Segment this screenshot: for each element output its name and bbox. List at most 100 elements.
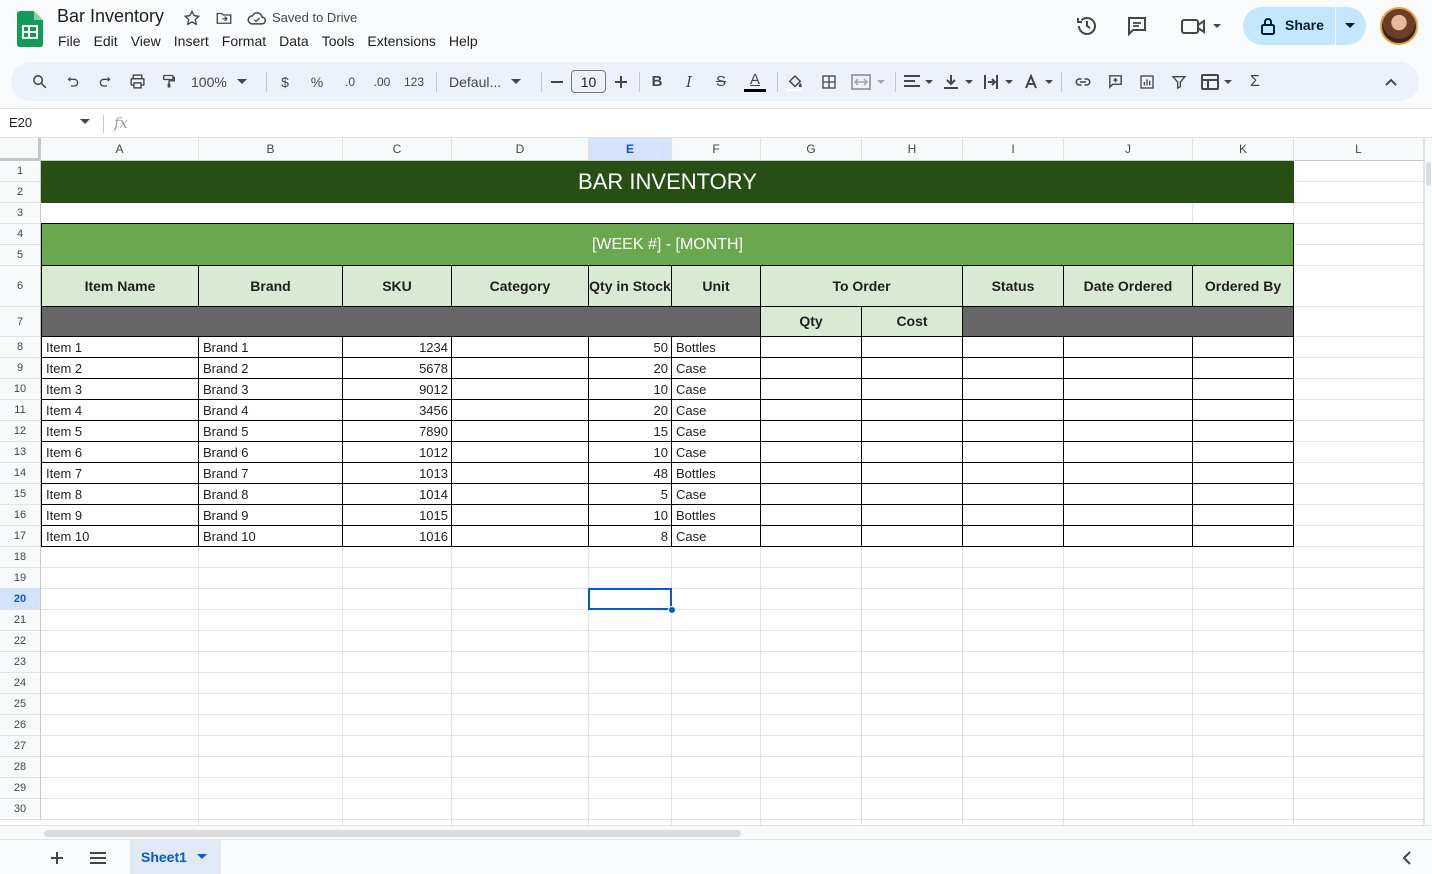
- table-cell[interactable]: [761, 505, 862, 526]
- table-cell[interactable]: [963, 400, 1064, 421]
- table-cell[interactable]: [963, 337, 1064, 358]
- text-wrap-icon[interactable]: [981, 62, 1015, 101]
- sku-cell[interactable]: 1013: [343, 463, 452, 484]
- week-month-banner[interactable]: [WEEK #] - [MONTH]: [41, 223, 1294, 266]
- row-header-2[interactable]: 2: [0, 182, 41, 203]
- item-name-cell[interactable]: Item 3: [41, 379, 199, 400]
- brand-cell[interactable]: Brand 9: [199, 505, 343, 526]
- table-cell[interactable]: [761, 526, 862, 547]
- row-header-1[interactable]: 1: [0, 161, 41, 182]
- functions-button[interactable]: Σ: [1243, 62, 1267, 101]
- name-box[interactable]: E20: [9, 115, 32, 130]
- table-cell[interactable]: [862, 484, 963, 505]
- sku-cell[interactable]: 1015: [343, 505, 452, 526]
- table-cell[interactable]: [963, 379, 1064, 400]
- table-cell[interactable]: [963, 463, 1064, 484]
- table-cell[interactable]: [862, 358, 963, 379]
- menu-tools[interactable]: Tools: [322, 33, 355, 49]
- item-name-cell[interactable]: Item 10: [41, 526, 199, 547]
- table-cell[interactable]: [862, 442, 963, 463]
- table-cell[interactable]: [452, 358, 589, 379]
- item-name-cell[interactable]: Item 2: [41, 358, 199, 379]
- table-cell[interactable]: [1193, 337, 1294, 358]
- unit-cell[interactable]: Case: [672, 400, 761, 421]
- unit-cell[interactable]: Case: [672, 421, 761, 442]
- qty-in-stock-cell[interactable]: 10: [589, 379, 672, 400]
- brand-cell[interactable]: Brand 2: [199, 358, 343, 379]
- table-cell[interactable]: [862, 400, 963, 421]
- item-name-cell[interactable]: Item 8: [41, 484, 199, 505]
- filter-views-icon[interactable]: [1199, 62, 1235, 101]
- table-cell[interactable]: [1064, 484, 1193, 505]
- history-icon[interactable]: [1074, 13, 1100, 39]
- brand-cell[interactable]: Brand 4: [199, 400, 343, 421]
- fill-handle[interactable]: [668, 606, 676, 614]
- row-header-15[interactable]: 15: [0, 484, 41, 505]
- paint-format-icon[interactable]: [157, 62, 181, 101]
- strikethrough-button[interactable]: S: [709, 62, 733, 101]
- spreadsheet-grid[interactable]: A B C D E F G H I J K L 1 2 3 4 5 6 7 8 9 10 11 12 13 14 15 16 17 18 1…: [0, 138, 1424, 825]
- qty-in-stock-cell[interactable]: 15: [589, 421, 672, 442]
- brand-cell[interactable]: Brand 3: [199, 379, 343, 400]
- star-icon[interactable]: [182, 8, 202, 28]
- filter-icon[interactable]: [1167, 62, 1191, 101]
- table-cell[interactable]: [452, 484, 589, 505]
- row-header-21[interactable]: 21: [0, 610, 41, 631]
- brand-cell[interactable]: Brand 1: [199, 337, 343, 358]
- menu-view[interactable]: View: [131, 33, 161, 49]
- insert-chart-icon[interactable]: [1135, 62, 1159, 101]
- table-cell[interactable]: [452, 337, 589, 358]
- sheet-title[interactable]: BAR INVENTORY: [41, 161, 1294, 203]
- table-cell[interactable]: [761, 484, 862, 505]
- column-header-l[interactable]: L: [1294, 138, 1424, 161]
- text-rotation-icon[interactable]: [1021, 62, 1055, 101]
- merge-cells-icon[interactable]: [849, 62, 889, 101]
- menu-help[interactable]: Help: [449, 33, 478, 49]
- add-sheet-icon[interactable]: [48, 849, 66, 867]
- font-size-input[interactable]: 10: [571, 70, 606, 93]
- table-cell[interactable]: [1193, 484, 1294, 505]
- table-cell[interactable]: [963, 421, 1064, 442]
- currency-format-button[interactable]: $: [273, 62, 297, 101]
- header-order-cost[interactable]: Cost: [862, 307, 963, 337]
- column-header-d[interactable]: D: [452, 138, 589, 161]
- table-cell[interactable]: [452, 400, 589, 421]
- unit-cell[interactable]: Bottles: [672, 463, 761, 484]
- number-format-button[interactable]: 123: [401, 62, 427, 101]
- vertical-scroll-thumb[interactable]: [1426, 162, 1431, 186]
- row-header-5[interactable]: 5: [0, 245, 41, 266]
- cloud-saved-icon[interactable]: [246, 9, 268, 27]
- table-cell[interactable]: [1193, 463, 1294, 484]
- row-header-6[interactable]: 6: [0, 266, 41, 307]
- table-cell[interactable]: [761, 358, 862, 379]
- table-cell[interactable]: [1193, 442, 1294, 463]
- table-cell[interactable]: [761, 337, 862, 358]
- row-header-13[interactable]: 13: [0, 442, 41, 463]
- vertical-scrollbar[interactable]: [1424, 138, 1432, 825]
- menu-file[interactable]: File: [58, 33, 81, 49]
- header-date-ordered[interactable]: Date Ordered: [1064, 266, 1193, 307]
- table-cell[interactable]: [452, 526, 589, 547]
- all-sheets-icon[interactable]: [88, 849, 108, 867]
- table-cell[interactable]: [1193, 379, 1294, 400]
- table-cell[interactable]: [1064, 442, 1193, 463]
- menu-format[interactable]: Format: [222, 33, 266, 49]
- table-cell[interactable]: [452, 421, 589, 442]
- borders-icon[interactable]: [817, 62, 841, 101]
- brand-cell[interactable]: Brand 5: [199, 421, 343, 442]
- table-cell[interactable]: [862, 379, 963, 400]
- undo-icon[interactable]: [61, 62, 85, 101]
- row-header-14[interactable]: 14: [0, 463, 41, 484]
- row-header-22[interactable]: 22: [0, 631, 41, 652]
- chevron-down-icon[interactable]: [1341, 19, 1359, 33]
- header-qty-in-stock[interactable]: Qty in Stock: [589, 266, 672, 307]
- menu-data[interactable]: Data: [279, 33, 309, 49]
- sku-cell[interactable]: 1012: [343, 442, 452, 463]
- formula-input[interactable]: [140, 109, 1420, 138]
- decrease-font-size-button[interactable]: [547, 62, 567, 101]
- move-folder-icon[interactable]: [214, 8, 234, 28]
- table-cell[interactable]: [452, 505, 589, 526]
- table-cell[interactable]: [1064, 358, 1193, 379]
- column-header-f[interactable]: F: [672, 138, 761, 161]
- insert-link-icon[interactable]: [1071, 62, 1095, 101]
